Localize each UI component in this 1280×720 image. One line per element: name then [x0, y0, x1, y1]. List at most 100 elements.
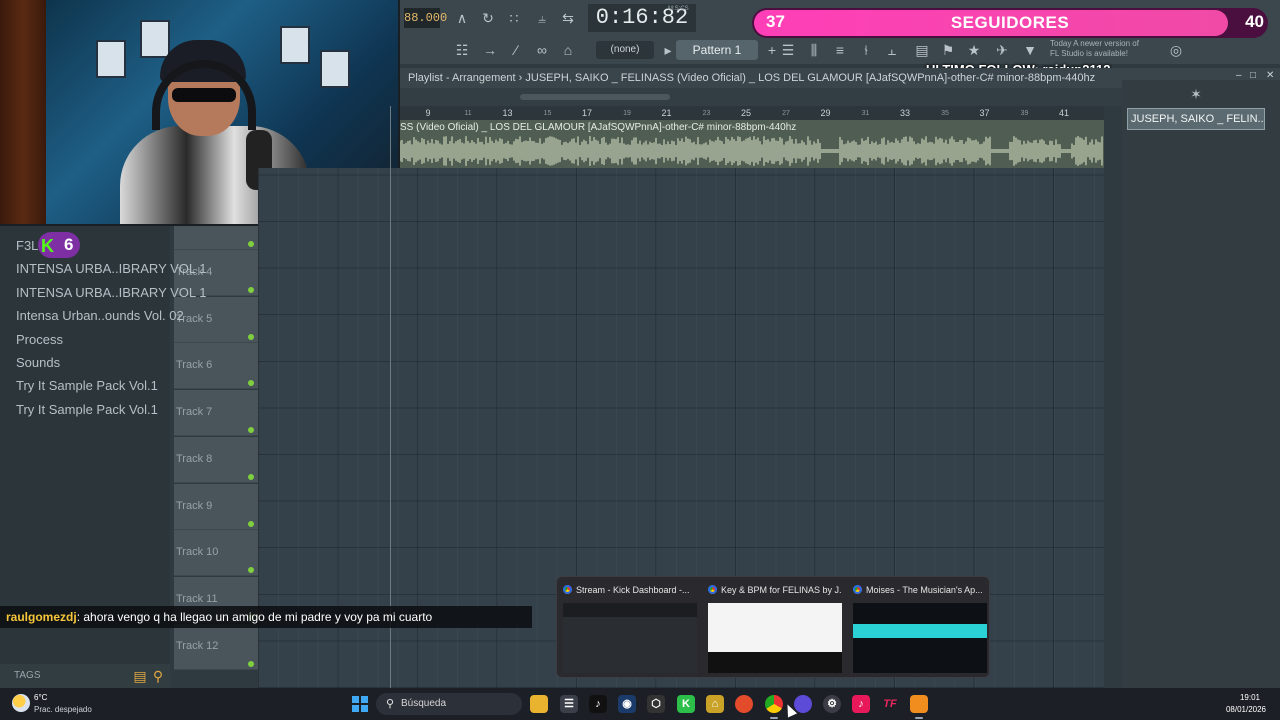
folder-icon[interactable]: ▤ — [130, 666, 150, 686]
track-header[interactable]: Track 5 — [174, 296, 258, 343]
ruler-bar-number: 25 — [740, 108, 752, 118]
followers-goal: 40 — [1245, 12, 1264, 31]
browser-folder[interactable]: Sounds — [16, 355, 60, 370]
chrome-icon[interactable] — [765, 695, 783, 713]
tools-icon[interactable]: ✈ — [992, 40, 1012, 60]
chat-username: raulgomezdj — [6, 610, 77, 624]
steam-icon[interactable]: ◉ — [618, 695, 636, 713]
taskbar-time[interactable]: 19:01 — [1240, 693, 1260, 702]
taskbar-search[interactable]: ⚲ Búsqueda — [376, 693, 522, 715]
obs-icon[interactable]: ⬡ — [647, 695, 665, 713]
track-mute-led[interactable] — [248, 287, 254, 293]
track-mute-led[interactable] — [248, 241, 254, 247]
channel-audio-clip[interactable]: JUSEPH, SAIKO _ FELIN... — [1127, 108, 1265, 130]
track-header[interactable]: Track 6 — [174, 343, 258, 390]
browser-window-icon[interactable]: ⫠ — [882, 40, 902, 60]
file-explorer-icon[interactable] — [530, 695, 548, 713]
tiktok-studio-icon[interactable]: ♪ — [852, 695, 870, 713]
browser-folder[interactable]: Process — [16, 332, 63, 347]
browser-folder[interactable]: F3L — [16, 238, 38, 253]
track-header[interactable]: Track 7 — [174, 390, 258, 437]
snap-selector[interactable]: (none) — [596, 41, 654, 59]
track-name: Track 10 — [176, 546, 219, 559]
track-header[interactable]: Track 10 — [174, 530, 258, 577]
track-mute-led[interactable] — [248, 380, 254, 387]
multitask-icon[interactable]: ☰ — [560, 695, 578, 713]
wait-input-icon[interactable]: ⇆ — [558, 8, 578, 28]
track-mute-led[interactable] — [248, 427, 254, 434]
thumbnail-title-text: Stream - Kick Dashboard -... — [576, 585, 690, 595]
app-icon[interactable]: ⌂ — [706, 695, 724, 713]
ruler-bar-number: 15 — [543, 110, 552, 117]
browser-folder[interactable]: INTENSA URBA..IBRARY VOL 1 — [16, 261, 207, 276]
kick-viewer-count: 6 — [64, 235, 74, 254]
search-icon[interactable]: ⚲ — [148, 666, 168, 686]
metronome-icon[interactable]: ∧ — [452, 8, 472, 28]
typing-keyboard-icon[interactable]: ⫨ — [532, 8, 552, 28]
playlist-window-icon[interactable]: ☰ — [778, 40, 798, 60]
tempo-display[interactable]: 88.000 — [404, 8, 447, 28]
track-mute-led[interactable] — [248, 333, 254, 340]
stamp-icon[interactable]: ⌂ — [558, 40, 578, 60]
plugin-icon[interactable]: ⚑ — [938, 40, 958, 60]
text-app-icon[interactable]: TF — [881, 695, 899, 713]
track-mute-led[interactable] — [248, 567, 254, 574]
track-header[interactable]: Track 8 — [174, 436, 258, 483]
firefox-icon[interactable] — [735, 695, 753, 713]
track-header[interactable]: Track 12 — [174, 623, 258, 670]
windows-start-icon[interactable] — [352, 696, 368, 712]
waveform-icon[interactable]: ✶ — [1186, 84, 1206, 104]
track-header[interactable]: Track 9 — [174, 483, 258, 530]
browser-folder[interactable]: Try It Sample Pack Vol.1 — [16, 402, 158, 417]
audio-clip[interactable]: SS (Video Oficial) _ LOS DEL GLAMOUR [AJ… — [400, 120, 1104, 168]
browser-app-icon[interactable] — [794, 695, 812, 713]
taskbar-date[interactable]: 08/01/2026 — [1226, 705, 1266, 714]
chrome-icon — [708, 585, 717, 594]
piano-icon[interactable]: ☷ — [450, 40, 474, 60]
timeline-ruler[interactable]: 9 13 17 21 25 29 33 37 41 11 15 19 23 27 31 35 39 — [400, 106, 1104, 120]
browser-folder[interactable]: Try It Sample Pack Vol.1 — [16, 378, 158, 393]
audio-clip-name: SS (Video Oficial) _ LOS DEL GLAMOUR [AJ… — [400, 122, 797, 133]
track-mute-led[interactable] — [248, 520, 254, 527]
update-notice-line: Today A newer version of — [1050, 39, 1139, 48]
followers-label: SEGUIDORES — [950, 13, 1070, 32]
play-arrow-icon[interactable]: ▸ — [658, 40, 678, 60]
ruler-bar-number: 41 — [1058, 108, 1070, 118]
fl-studio-icon[interactable] — [910, 695, 928, 713]
file-icon[interactable]: ▤ — [912, 40, 932, 60]
globe-icon[interactable]: ◎ — [1166, 40, 1186, 60]
link-icon[interactable]: ∞ — [532, 40, 552, 60]
webcam-sunglasses — [172, 88, 236, 102]
track-mute-led[interactable] — [248, 473, 254, 480]
ruler-bar-number: 39 — [1020, 110, 1029, 117]
track-mute-led[interactable] — [248, 660, 254, 667]
kick-app-icon[interactable]: K — [677, 695, 695, 713]
mixer-window-icon[interactable]: ⫮ — [856, 40, 876, 60]
chrome-icon — [563, 585, 572, 594]
thumbnail-moises[interactable]: Moises - The Musician's Ap... — [847, 577, 987, 677]
track-header[interactable] — [174, 226, 258, 250]
channel-rack-window-icon[interactable]: ≡ — [830, 40, 850, 60]
piano-roll-window-icon[interactable]: ⫼ — [804, 40, 824, 60]
settings-icon[interactable]: ⚙ — [823, 695, 841, 713]
touch-icon[interactable]: ★ — [964, 40, 984, 60]
step-edit-icon[interactable]: ∷ — [504, 8, 524, 28]
cart-icon[interactable]: ▼ — [1020, 40, 1040, 60]
thumbnail-kick-dashboard[interactable]: Stream - Kick Dashboard -... — [557, 577, 697, 677]
browser-folder[interactable]: INTENSA URBA..IBRARY VOL 1 — [16, 285, 207, 300]
update-notice[interactable]: Today A newer version of FL Studio is av… — [1050, 39, 1139, 59]
tiktok-icon[interactable]: ♪ — [589, 695, 607, 713]
thumbnail-key-bpm[interactable]: Key & BPM for FELINAS by J... — [702, 577, 842, 677]
webcam-poster — [140, 20, 170, 58]
ruler-bar-number: 31 — [861, 110, 870, 117]
horizontal-scrollbar[interactable] — [520, 94, 670, 100]
pattern-selector[interactable]: Pattern 1 — [676, 40, 758, 60]
loop-record-icon[interactable]: ↻ — [478, 8, 498, 28]
playhead[interactable] — [390, 106, 391, 688]
ruler-bar-number: 21 — [661, 108, 672, 118]
arrow-icon[interactable]: → — [480, 40, 500, 60]
brush-icon[interactable]: ∕ — [506, 40, 526, 60]
weather-icon[interactable] — [12, 694, 30, 712]
browser-folder[interactable]: Intensa Urban..ounds Vol. 02 — [16, 308, 184, 323]
weather-condition: Prac. despejado — [34, 705, 92, 714]
